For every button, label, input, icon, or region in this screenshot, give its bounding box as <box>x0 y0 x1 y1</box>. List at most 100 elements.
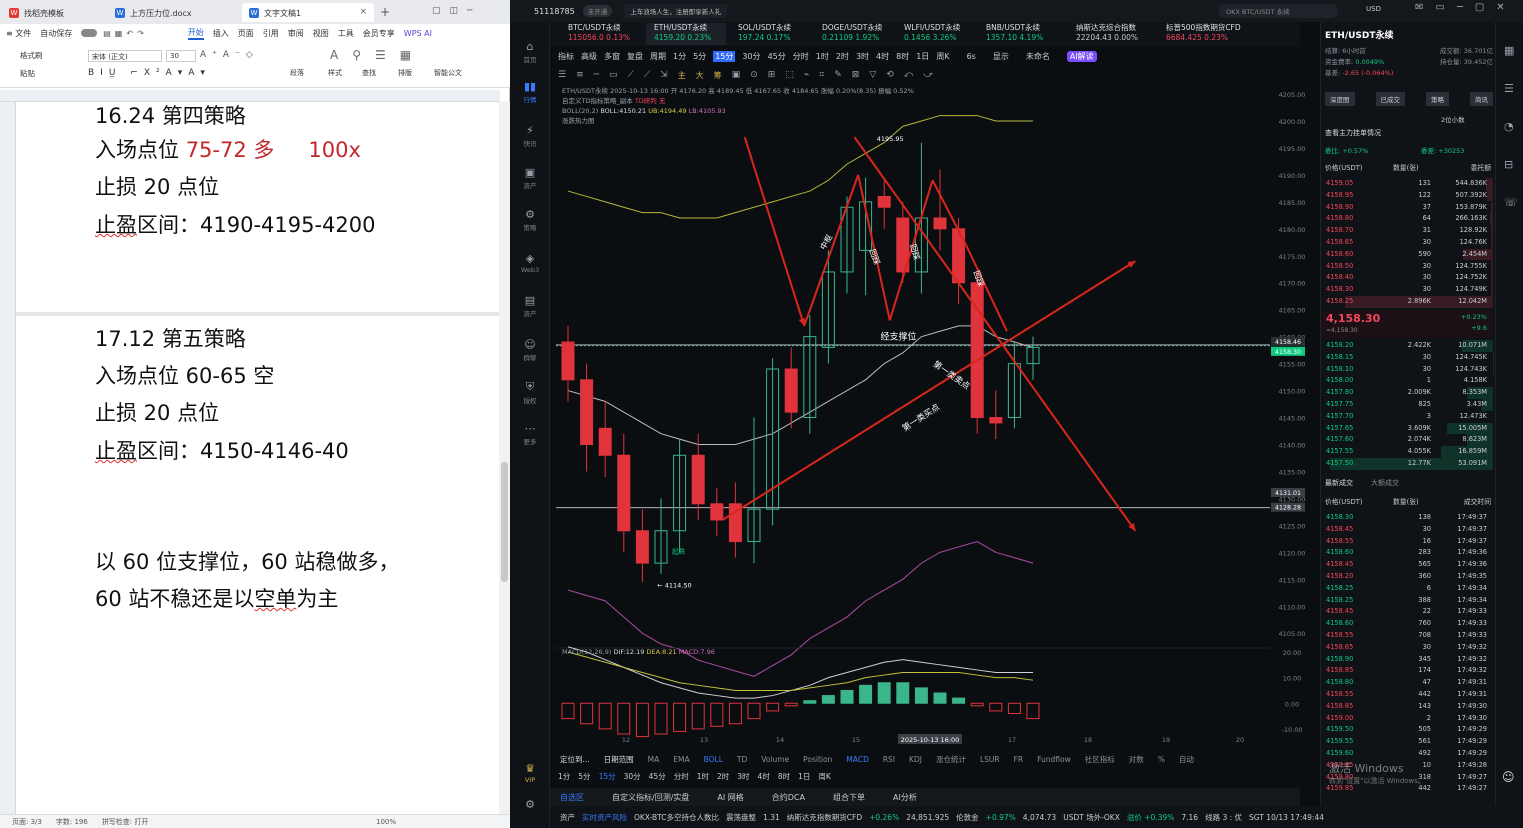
settings-icon[interactable]: ⚙ <box>510 798 550 812</box>
indicator-tab[interactable]: BOLL <box>704 755 723 764</box>
toolbar-item[interactable]: 1日 <box>916 51 929 62</box>
period-item[interactable]: 15分 <box>599 771 616 782</box>
toolbar-item[interactable]: 15分 <box>713 50 736 62</box>
menu-page[interactable]: 页面 <box>238 28 254 39</box>
bottom-tab[interactable]: 组合下单 <box>833 792 865 803</box>
menu-member[interactable]: 会员专享 <box>363 28 395 39</box>
trend-line[interactable] <box>931 179 967 246</box>
period-item[interactable]: 2时 <box>717 771 729 782</box>
toolbar-item[interactable]: 周K <box>936 51 949 62</box>
sidebar-assets2[interactable]: ▤ 资产 <box>510 294 550 318</box>
menu-wps-ai[interactable]: WPS AI <box>404 29 432 38</box>
account-badge[interactable]: 未开通 <box>582 5 613 17</box>
candle-body[interactable] <box>784 368 798 413</box>
orderbook-row[interactable]: 4157.75 825 3.43M <box>1321 399 1493 411</box>
trend-line[interactable] <box>803 174 860 327</box>
candle-body[interactable] <box>691 454 705 505</box>
bottom-tab[interactable]: AI分析 <box>893 792 917 803</box>
tab-filled[interactable]: 已成交 <box>1375 92 1405 106</box>
toolbar-item[interactable]: 45分 <box>768 51 786 62</box>
indicator-tab[interactable]: 涨仓统计 <box>936 754 966 765</box>
candle-body[interactable] <box>598 427 612 456</box>
toolbar-item[interactable]: 1分 <box>673 51 686 62</box>
font-size-buttons[interactable]: A⁺A⁻◇ <box>200 50 259 60</box>
period-item[interactable]: 1日 <box>798 771 810 782</box>
wps-scrollbar[interactable] <box>499 102 510 814</box>
toolbar-item[interactable]: 3时 <box>856 51 869 62</box>
toolbar-item[interactable]: 周期 <box>650 51 666 62</box>
menu-home[interactable]: 开始 <box>187 27 204 40</box>
size-select[interactable]: 30 <box>166 50 196 62</box>
orderbook-row[interactable]: 4158.15 30 124.745K <box>1321 351 1493 364</box>
period-item[interactable]: 8时 <box>778 771 790 782</box>
drawing-toolbar[interactable]: ☰≡─▭⟋⟋⇲ 主大筹 ▣⊙⊞⬚⌁⌗✎⊠▽⟲⤺⤻ <box>550 66 1300 84</box>
menu-insert[interactable]: 插入 <box>213 28 229 39</box>
indicator-tab[interactable]: RSI <box>883 755 895 764</box>
zoom-level[interactable]: 100% <box>376 818 396 826</box>
toolbar-item[interactable]: 1时 <box>816 51 829 62</box>
orderbook-row[interactable]: 4158.30 30 124.749K <box>1321 284 1493 296</box>
indicator-tab[interactable]: 对数 <box>1129 754 1144 765</box>
sidebar-news[interactable]: ⚡ 快讯 <box>510 124 550 148</box>
sidebar-home[interactable]: ⌂ 首页 <box>510 40 550 64</box>
tab-brief[interactable]: 简讯 <box>1470 92 1493 106</box>
tab-depth[interactable]: 深度图 <box>1325 92 1355 106</box>
indicator-tab[interactable]: MACD <box>846 755 868 764</box>
bottom-tab[interactable]: 合约DCA <box>772 792 805 803</box>
sidebar-web3[interactable]: ◈ Web3 <box>510 252 550 274</box>
spell-check[interactable]: 拼写检查: 打开 <box>102 817 149 827</box>
support-icon[interactable]: ☺ <box>1502 770 1515 784</box>
orderbook-row[interactable]: 4158.20 2.422K 10.071M <box>1321 340 1493 352</box>
indicator-tab[interactable]: TD <box>737 755 747 764</box>
menu-review[interactable]: 审阅 <box>288 28 304 39</box>
orderbook-row[interactable]: 4158.80 64 266.163K <box>1321 213 1493 226</box>
period-item[interactable]: 分时 <box>674 771 689 782</box>
search-input[interactable]: OKX BTC/USDT 永续 <box>1218 4 1338 18</box>
large-trades-tab[interactable]: 大额成交 <box>1371 478 1399 488</box>
orderbook-row[interactable]: 4158.60 590 2.454M <box>1321 248 1493 261</box>
indicator-tab[interactable]: KDJ <box>909 755 922 764</box>
orderbook-row[interactable]: 4158.90 37 153.879K <box>1321 201 1493 214</box>
orderbook-row[interactable]: 4157.55 4.055K 16.859M <box>1321 446 1493 458</box>
toolbar-item[interactable]: 30分 <box>742 51 760 62</box>
symbol-tab[interactable]: 标普500指数期货CFD 6684.425 0.23% <box>1158 23 1246 45</box>
font-select[interactable]: 宋体 (正文) <box>88 50 162 62</box>
symbol-tab[interactable]: SOL/USDT永续 197.24 0.17% <box>730 23 810 45</box>
menu-ref[interactable]: 引用 <box>263 28 279 39</box>
indicator-tab[interactable]: FR <box>1014 755 1024 764</box>
symbol-tab[interactable]: BNB/USDT永续 1357.10 4.19% <box>978 23 1058 45</box>
paragraph-button[interactable]: 段落 <box>290 68 304 78</box>
menu-view[interactable]: 视图 <box>313 28 329 39</box>
period-item[interactable]: 5分 <box>578 771 590 782</box>
candle-body[interactable] <box>580 379 594 445</box>
toolbar-item[interactable]: 高级 <box>581 51 597 62</box>
toolbar-item[interactable]: 多窗 <box>604 51 620 62</box>
orderbook-row[interactable]: 4158.65 30 124.76K <box>1321 237 1493 249</box>
candle-body[interactable] <box>989 417 1003 424</box>
orderbook-row[interactable]: 4158.40 30 124.752K <box>1321 272 1493 285</box>
symbol-tab[interactable]: DOGE/USDT永续 0.21109 1.92% <box>814 23 894 45</box>
menu-tools[interactable]: 工具 <box>338 28 354 39</box>
indicator-tab[interactable]: MA <box>648 755 660 764</box>
format-buttons[interactable]: BIU̲ ⌐X²A▾A▾ <box>88 68 211 78</box>
orderbook-row[interactable]: 4159.05 131 544.836K <box>1321 178 1493 190</box>
symbol-tab[interactable]: 纳斯达克综合指数 22204.43 0.00% <box>1068 23 1156 45</box>
sidebar-more[interactable]: ⋯ 更多 <box>510 422 550 446</box>
indicator-tab[interactable]: Volume <box>761 755 789 764</box>
orderbook-row[interactable]: 4157.50 12.77K 53.091M <box>1321 458 1493 470</box>
autosave-toggle[interactable] <box>81 29 98 37</box>
period-item[interactable]: 1时 <box>697 771 709 782</box>
orderbook-row[interactable]: 4158.95 122 507.392K <box>1321 189 1493 202</box>
toolbar-item[interactable]: 指标 <box>558 51 574 62</box>
candle-body[interactable] <box>617 454 631 532</box>
toolbar-item[interactable]: 8时 <box>896 51 909 62</box>
toolbar-item[interactable]: 2时 <box>836 51 849 62</box>
indicator-tab[interactable]: Position <box>803 755 832 764</box>
main-force-link[interactable]: 查看主力挂单情况 <box>1325 128 1381 138</box>
smart-doc-button[interactable]: 智能公文 <box>434 68 462 78</box>
tab-doc2[interactable]: W 文字文稿1 × <box>242 3 374 22</box>
bottom-tab[interactable]: 自定义指标/回测/实盘 <box>612 792 689 803</box>
toolbar-item[interactable]: 复盘 <box>627 51 643 62</box>
orderbook-row[interactable]: 4157.65 3.609K 15.005M <box>1321 422 1493 435</box>
period-item[interactable]: 3时 <box>737 771 749 782</box>
